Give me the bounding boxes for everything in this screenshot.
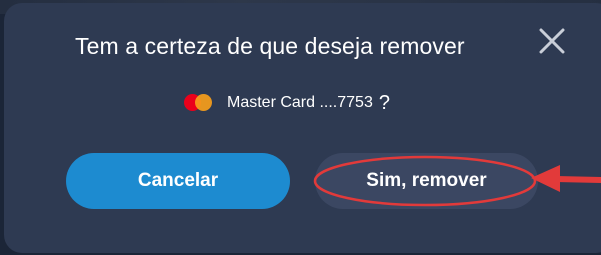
mastercard-icon bbox=[181, 93, 215, 113]
cancel-button-label: Cancelar bbox=[137, 170, 219, 191]
card-info: Master Card ....7753 ? bbox=[181, 92, 390, 114]
card-label: Master Card ....7753 bbox=[227, 94, 373, 111]
question-mark: ? bbox=[378, 91, 390, 114]
cancel-button[interactable]: Cancelar bbox=[66, 153, 290, 209]
close-button[interactable] bbox=[537, 28, 567, 54]
confirm-remove-button-label: Sim, remover bbox=[366, 170, 487, 191]
close-icon bbox=[539, 28, 565, 54]
dialog-title: Tem a certeza de que deseja remover bbox=[75, 33, 465, 59]
confirm-remove-button[interactable]: Sim, remover bbox=[315, 153, 538, 209]
